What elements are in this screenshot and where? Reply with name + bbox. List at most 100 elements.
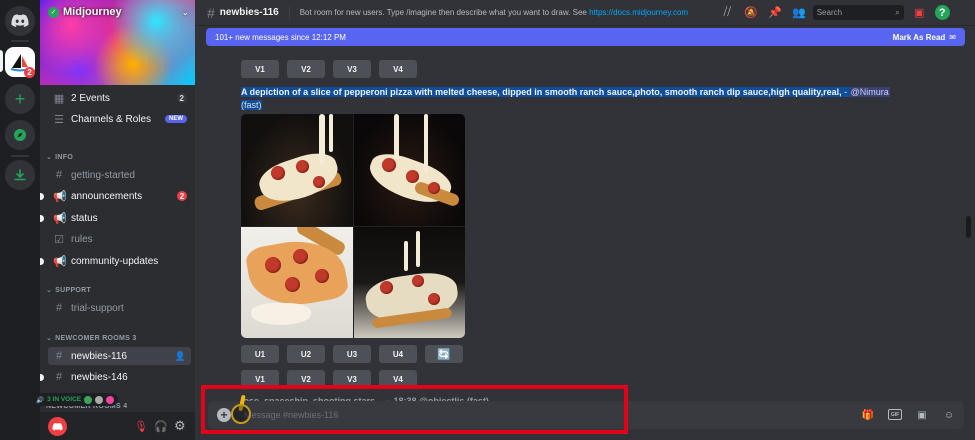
help-icon[interactable]: ? — [934, 5, 950, 20]
variation-button-4[interactable]: V4 — [379, 60, 417, 78]
sidebar-item-announcements[interactable]: 📢 announcements 2 — [40, 187, 191, 205]
category-newcomer-rooms[interactable]: ⌄ NEWCOMER ROOMS 3 — [46, 334, 137, 343]
hashtag-icon: # — [55, 302, 63, 314]
upscale-button-1[interactable]: U1 — [241, 345, 279, 363]
avatar[interactable] — [48, 417, 67, 436]
rail-separator-2 — [11, 155, 29, 157]
list-icon: ☰ — [54, 113, 64, 126]
discord-home-button[interactable] — [5, 6, 35, 36]
variation-button-1[interactable]: V1 — [241, 60, 279, 78]
add-member-icon[interactable]: 👤 — [175, 351, 186, 362]
discord-logo-icon — [52, 422, 63, 431]
sidebar-item-channels-roles[interactable]: ☰ Channels & Roles NEW — [48, 110, 191, 128]
hashtag-icon: # — [55, 169, 63, 181]
category-info[interactable]: ⌄ INFO — [46, 153, 73, 162]
message-content: A depiction of a slice of pepperoni pizz… — [241, 87, 890, 110]
sidebar-item-community-updates[interactable]: 📢 community-updates — [40, 252, 191, 270]
message-list: V1 V2 V3 V4 A depiction of a slice of pe… — [195, 46, 968, 398]
chevron-down-icon: ⌄ — [46, 287, 53, 294]
sidebar-item-getting-started[interactable]: # getting-started — [48, 166, 191, 184]
member-list-icon[interactable]: 👥 — [792, 5, 807, 20]
unread-indicator — [40, 257, 44, 265]
mute-bell-icon[interactable]: 🔕 — [744, 5, 759, 20]
avatar — [106, 395, 115, 404]
generated-image-grid[interactable] — [241, 114, 465, 338]
image-tile-4 — [353, 226, 465, 338]
sidebar-item-newbies-146[interactable]: # newbies-146 — [40, 368, 191, 386]
gif-icon[interactable]: GIF — [888, 409, 902, 420]
explore-servers-button[interactable] — [5, 120, 35, 150]
mark-read-icon: ✉ — [949, 32, 956, 42]
chevron-down-icon[interactable]: ⌄ — [181, 7, 189, 18]
highlight-annotation-box — [201, 385, 628, 434]
compass-icon — [14, 129, 26, 141]
pin-icon[interactable]: 📌 — [768, 5, 783, 20]
scroll-thumb[interactable] — [966, 216, 971, 238]
discord-window: 2 + ✓ Midjourney ⌄ ▦ 2 Events 2 ☰ Channe… — [0, 0, 975, 440]
checklist-icon: ☑ — [54, 233, 64, 246]
speed-tag: (fast) — [241, 100, 262, 110]
sidebar-item-newbies-116[interactable]: # newbies-116 👤 — [48, 347, 191, 365]
upscale-button-3[interactable]: U3 — [333, 345, 371, 363]
download-icon — [14, 169, 26, 181]
inbox-icon[interactable]: ▣ — [912, 5, 927, 20]
message-scrollbar[interactable] — [966, 46, 971, 398]
sidebar-item-status[interactable]: 📢 status — [40, 209, 191, 227]
headphones-icon[interactable]: 🎧 — [154, 420, 168, 433]
verified-check-icon: ✓ — [48, 6, 59, 18]
mark-as-read-button[interactable]: Mark As Read ✉ — [893, 33, 956, 42]
threads-icon[interactable]: ⧸⧸ — [720, 5, 735, 20]
variation-button-3[interactable]: V3 — [333, 60, 371, 78]
reroll-button[interactable]: 🔄 — [425, 345, 463, 363]
category-support[interactable]: ⌄ SUPPORT — [46, 286, 91, 295]
chevron-down-icon: ⌄ — [46, 154, 53, 161]
user-panel: 🎙 🎧 ⚙ — [40, 412, 195, 440]
voice-activity-pill[interactable]: 🔊 3 IN VOICE — [32, 393, 119, 406]
unread-indicator — [40, 192, 44, 200]
topic-link[interactable]: https://docs.midjourney.com — [589, 8, 688, 17]
upscale-button-4[interactable]: U4 — [379, 345, 417, 363]
new-messages-bar[interactable]: 101+ new messages since 12:12 PM Mark As… — [206, 28, 965, 46]
variation-buttons-top: V1 V2 V3 V4 — [241, 60, 417, 78]
unread-indicator — [40, 214, 44, 222]
server-header[interactable]: ✓ Midjourney ⌄ — [40, 0, 195, 85]
server-mention-badge: 2 — [24, 67, 35, 78]
avatar — [95, 395, 104, 404]
cursor-ring — [231, 404, 251, 424]
new-badge: NEW — [165, 115, 187, 123]
hashtag-icon: # — [207, 4, 215, 21]
user-mention[interactable]: @Nimura — [849, 87, 890, 97]
mute-microphone-icon[interactable]: 🎙 — [134, 420, 148, 433]
channel-topic[interactable]: Bot room for new users. Type /imagine th… — [300, 8, 712, 17]
sidebar-item-rules[interactable]: ☑ rules — [48, 230, 191, 248]
calendar-icon: ▦ — [53, 92, 65, 105]
sidebar-item-events[interactable]: ▦ 2 Events 2 — [48, 89, 191, 107]
prompt-text: A depiction of a slice of pepperoni pizz… — [241, 87, 842, 97]
speaker-icon: 🔊 — [36, 396, 45, 404]
chevron-down-icon: ⌄ — [46, 335, 53, 342]
channel-sidebar: ✓ Midjourney ⌄ ▦ 2 Events 2 ☰ Channels &… — [40, 0, 195, 440]
add-server-button[interactable]: + — [5, 84, 35, 114]
channel-header: # newbies-116 Bot room for new users. Ty… — [195, 0, 975, 26]
gift-icon[interactable]: 🎁 — [861, 408, 875, 422]
selected-server-indicator — [0, 50, 3, 72]
upscale-button-2[interactable]: U2 — [287, 345, 325, 363]
unread-indicator — [40, 373, 44, 381]
megaphone-icon: 📢 — [53, 255, 67, 268]
variation-button-2[interactable]: V2 — [287, 60, 325, 78]
avatar — [84, 395, 93, 404]
emoji-icon[interactable]: ☺ — [942, 408, 956, 422]
image-tile-1 — [241, 114, 353, 226]
download-apps-button[interactable] — [5, 160, 35, 190]
discord-logo-icon — [11, 14, 29, 27]
upscale-buttons: U1 U2 U3 U4 🔄 — [241, 345, 463, 363]
channel-title: newbies-116 — [219, 7, 279, 18]
image-tile-3 — [241, 226, 353, 338]
search-input[interactable]: Search ⌕ — [812, 5, 904, 20]
gear-icon[interactable]: ⚙ — [174, 418, 186, 434]
sticker-icon[interactable]: ▣ — [915, 408, 929, 422]
sidebar-item-trial-support[interactable]: # trial-support — [48, 299, 191, 317]
rail-separator — [11, 40, 29, 42]
hashtag-thread-icon: # — [55, 350, 63, 362]
hashtag-thread-icon: # — [55, 371, 63, 383]
